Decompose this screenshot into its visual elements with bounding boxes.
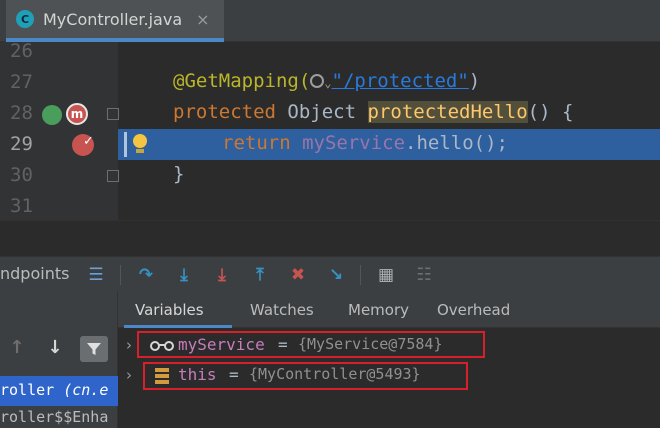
- text-caret: [124, 132, 127, 157]
- run-to-cursor-icon[interactable]: ↘: [324, 263, 348, 287]
- close-icon[interactable]: ×: [196, 10, 209, 29]
- line-number: 30: [10, 164, 33, 186]
- code-text: @GetMapping(⌄"/protected"): [173, 70, 481, 92]
- force-step-into-icon[interactable]: ⤓: [210, 263, 234, 287]
- tab-memory[interactable]: Memory: [348, 301, 409, 319]
- highlight-box-myservice: [137, 331, 485, 358]
- editor-debug-divider: [0, 220, 660, 256]
- line-number: 28: [10, 102, 33, 124]
- active-tab-indicator: [124, 325, 232, 328]
- method-marker-icon[interactable]: m: [66, 103, 88, 125]
- stack-frame[interactable]: roller$$Enha: [0, 408, 118, 428]
- filter-icon[interactable]: [80, 336, 108, 362]
- expand-arrow-icon[interactable]: ›: [126, 366, 132, 384]
- code-line-28: 28 m protected Object protectedHello() {: [0, 98, 660, 129]
- code-line-29-execution-point: 29 ✓ return myService.hello();: [0, 129, 660, 160]
- line-number: 29: [10, 133, 33, 155]
- step-out-icon[interactable]: ⤒: [248, 263, 272, 287]
- step-over-icon[interactable]: ↷: [134, 263, 158, 287]
- drop-frame-icon[interactable]: ✖: [286, 263, 310, 287]
- endpoint-path-link[interactable]: "/protected": [332, 70, 469, 92]
- lightbulb-icon[interactable]: [132, 134, 148, 154]
- java-class-icon: C: [16, 10, 34, 28]
- debug-tab-label[interactable]: ndpoints: [0, 264, 69, 283]
- globe-icon[interactable]: [310, 74, 325, 88]
- chevron-down-icon[interactable]: ⌄: [324, 76, 331, 90]
- line-number: 26: [10, 42, 33, 62]
- debug-toolbar: ndpoints ☰ ↷ ⤓ ⤓ ⤒ ✖ ↘ ▦ ☷: [0, 256, 660, 292]
- highlight-box-this: [143, 362, 468, 390]
- frames-menu-icon[interactable]: ☰: [84, 263, 108, 287]
- fold-icon[interactable]: [107, 108, 119, 120]
- debugger-tabs: Variables Watches Memory Overhead: [118, 292, 660, 328]
- web-endpoint-icon[interactable]: [42, 105, 62, 125]
- tab-label: MyController.java: [43, 9, 183, 29]
- fold-icon[interactable]: [107, 170, 119, 182]
- frames-panel: ↑ ↓ roller (cn.e roller$$Enha: [0, 292, 118, 428]
- step-into-icon[interactable]: ⤓: [172, 263, 196, 287]
- expand-arrow-icon[interactable]: ›: [126, 336, 132, 354]
- gutter-icons: m: [42, 103, 92, 127]
- code-text: }: [173, 163, 185, 185]
- tab-variables[interactable]: Variables: [135, 301, 204, 319]
- code-line-31: 31: [0, 191, 660, 220]
- code-line-26: 26: [0, 42, 660, 67]
- editor-tab-bar: C MyController.java ×: [0, 0, 660, 42]
- tab-watches[interactable]: Watches: [250, 301, 314, 319]
- trace-icon[interactable]: ☷: [412, 263, 436, 287]
- up-arrow-icon[interactable]: ↑: [4, 334, 30, 360]
- variables-panel: Variables Watches Memory Overhead › mySe…: [118, 292, 660, 428]
- stack-frame-selected[interactable]: roller (cn.e: [0, 376, 118, 406]
- evaluate-icon[interactable]: ▦: [374, 263, 398, 287]
- line-number: 31: [10, 195, 33, 217]
- code-text: protected Object protectedHello() {: [173, 101, 574, 123]
- code-text: return myService.hello();: [222, 132, 508, 154]
- check-icon: ✓: [83, 134, 94, 149]
- down-arrow-icon[interactable]: ↓: [42, 334, 68, 360]
- code-line-30: 30 }: [0, 160, 660, 191]
- code-editor[interactable]: 26 27 @GetMapping(⌄"/protected") 28 m pr…: [0, 42, 660, 220]
- tab-mycontroller-java[interactable]: C MyController.java ×: [6, 0, 224, 42]
- line-number: 27: [10, 71, 33, 93]
- tab-overhead[interactable]: Overhead: [437, 301, 510, 319]
- code-line-27: 27 @GetMapping(⌄"/protected"): [0, 67, 660, 98]
